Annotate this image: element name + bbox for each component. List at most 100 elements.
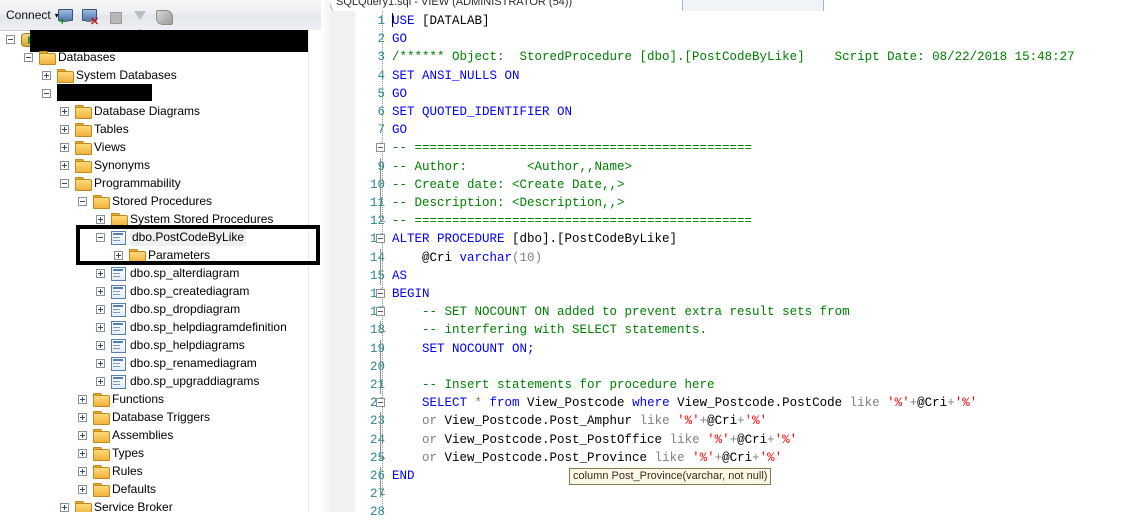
tree-node[interactable]: dbo.sp_helpdiagramdefinition <box>0 318 308 336</box>
expand-icon[interactable] <box>96 215 105 224</box>
disconnect-object-explorer-icon[interactable]: ✕ <box>80 8 100 26</box>
object-explorer-vertical-scrollbar[interactable] <box>308 30 321 512</box>
folder-icon <box>39 51 54 63</box>
code-token: [DATALAB] <box>422 14 490 28</box>
expand-icon[interactable] <box>78 449 87 458</box>
code-token: /****** Object: StoredProcedure [dbo].[P… <box>392 50 1082 64</box>
expand-icon[interactable] <box>78 485 87 494</box>
stored-procedure-icon <box>111 339 126 353</box>
code-text: -- Description: <Description,,> <box>392 194 625 212</box>
fold-guide-end <box>380 458 385 459</box>
stored-procedure-icon <box>111 375 126 389</box>
code-token: @Cri <box>737 433 767 447</box>
collapse-icon[interactable] <box>42 89 51 98</box>
expand-icon[interactable] <box>96 341 105 350</box>
code-token: '%' <box>955 396 978 410</box>
expand-icon[interactable] <box>60 107 69 116</box>
code-line: 28 <box>330 503 1140 521</box>
expand-icon[interactable] <box>96 305 105 314</box>
tree-node[interactable]: Tables <box>0 120 308 138</box>
expand-icon[interactable] <box>60 143 69 152</box>
tree-node-label: Tables <box>94 120 129 138</box>
code-token: SET NOCOUNT ON; <box>392 342 535 356</box>
code-token: where <box>632 396 677 410</box>
filter-icon[interactable] <box>130 8 150 26</box>
code-text: SET ANSI_NULLS ON <box>392 67 520 85</box>
expand-icon[interactable] <box>96 269 105 278</box>
tree-node[interactable] <box>0 84 308 102</box>
code-line: 15AS <box>330 267 1140 285</box>
tree-node-label: Database Diagrams <box>94 102 200 120</box>
tree-node[interactable] <box>0 30 308 48</box>
tree-node[interactable]: Database Triggers <box>0 408 308 426</box>
expand-icon[interactable] <box>60 125 69 134</box>
tree-node[interactable]: Defaults <box>0 480 308 498</box>
tab-inactive[interactable] <box>682 0 824 11</box>
collapse-icon[interactable] <box>24 53 33 62</box>
sql-code-area[interactable]: 1USE [DATALAB]2GO3/****** Object: Stored… <box>330 11 1140 512</box>
collapse-region-icon[interactable] <box>376 289 385 298</box>
collapse-icon[interactable] <box>78 197 87 206</box>
tree-node[interactable]: Database Diagrams <box>0 102 308 120</box>
tree-node[interactable]: Rules <box>0 462 308 480</box>
expand-icon[interactable] <box>60 503 69 512</box>
expand-icon[interactable] <box>96 287 105 296</box>
code-token: + <box>737 414 745 428</box>
connect-button[interactable]: Connect▾ <box>3 5 64 25</box>
tree-node[interactable]: Assemblies <box>0 426 308 444</box>
collapse-region-icon[interactable] <box>376 398 385 407</box>
tree-node[interactable]: Synonyms <box>0 156 308 174</box>
code-line: 22 SELECT * from View_Postcode where Vie… <box>330 394 1140 412</box>
expand-icon[interactable] <box>78 467 87 476</box>
tree-node[interactable]: Service Broker <box>0 498 308 512</box>
collapse-region-icon[interactable] <box>376 234 385 243</box>
expand-icon[interactable] <box>96 377 105 386</box>
tree-node[interactable]: dbo.sp_renamediagram <box>0 354 308 372</box>
expand-icon[interactable] <box>42 71 51 80</box>
tree-node[interactable]: Databases <box>0 48 308 66</box>
tree-node-label: Defaults <box>112 480 156 498</box>
tree-node[interactable]: Programmability <box>0 174 308 192</box>
code-line: 13ALTER PROCEDURE [dbo].[PostCodeByLike] <box>330 230 1140 248</box>
collapse-icon[interactable] <box>60 179 69 188</box>
expand-icon[interactable] <box>96 359 105 368</box>
collapse-region-icon[interactable] <box>376 143 385 152</box>
tree-node[interactable]: dbo.sp_alterdiagram <box>0 264 308 282</box>
code-token: * <box>475 396 490 410</box>
expand-icon[interactable] <box>78 413 87 422</box>
tree-node[interactable]: dbo.sp_helpdiagrams <box>0 336 308 354</box>
code-token: -- SET NOCOUNT ON added to prevent extra… <box>392 305 850 319</box>
code-token: like <box>850 396 888 410</box>
expand-icon[interactable] <box>96 323 105 332</box>
code-token: '%' <box>677 414 700 428</box>
collapse-icon[interactable] <box>6 35 15 44</box>
object-explorer-tree[interactable]: DatabasesSystem Databases Database Diagra… <box>0 30 308 512</box>
code-token: like <box>655 451 693 465</box>
code-token: BEGIN <box>392 287 430 301</box>
code-text: -- Create date: <Create Date,,> <box>392 176 625 194</box>
tree-node[interactable]: Types <box>0 444 308 462</box>
code-line: 5GO <box>330 85 1140 103</box>
collapse-region-icon[interactable] <box>376 307 385 316</box>
tree-node[interactable]: dbo.sp_dropdiagram <box>0 300 308 318</box>
fold-guide <box>380 431 381 449</box>
code-token: GO <box>392 123 407 137</box>
connect-object-explorer-icon[interactable]: + <box>56 8 76 26</box>
code-token: + <box>767 433 775 447</box>
expand-icon[interactable] <box>78 431 87 440</box>
expand-icon[interactable] <box>60 161 69 170</box>
tree-node-label: Programmability <box>94 174 181 192</box>
tree-node[interactable]: dbo.sp_upgraddiagrams <box>0 372 308 390</box>
fold-guide <box>380 176 381 194</box>
line-number: 3 <box>355 48 385 66</box>
tree-node[interactable]: dbo.sp_creatediagram <box>0 282 308 300</box>
fold-guide <box>380 249 381 267</box>
tree-node[interactable]: System Databases <box>0 66 308 84</box>
tree-node[interactable]: Functions <box>0 390 308 408</box>
expand-icon[interactable] <box>78 395 87 404</box>
tree-node[interactable]: Stored Procedures <box>0 192 308 210</box>
tab-sqlquery[interactable]: SQLQuery1.sql - VIEW (ADMINISTRATOR (54)… <box>336 0 572 8</box>
tree-node[interactable]: Views <box>0 138 308 156</box>
code-line: 16BEGIN <box>330 285 1140 303</box>
script-icon[interactable] <box>154 8 174 26</box>
